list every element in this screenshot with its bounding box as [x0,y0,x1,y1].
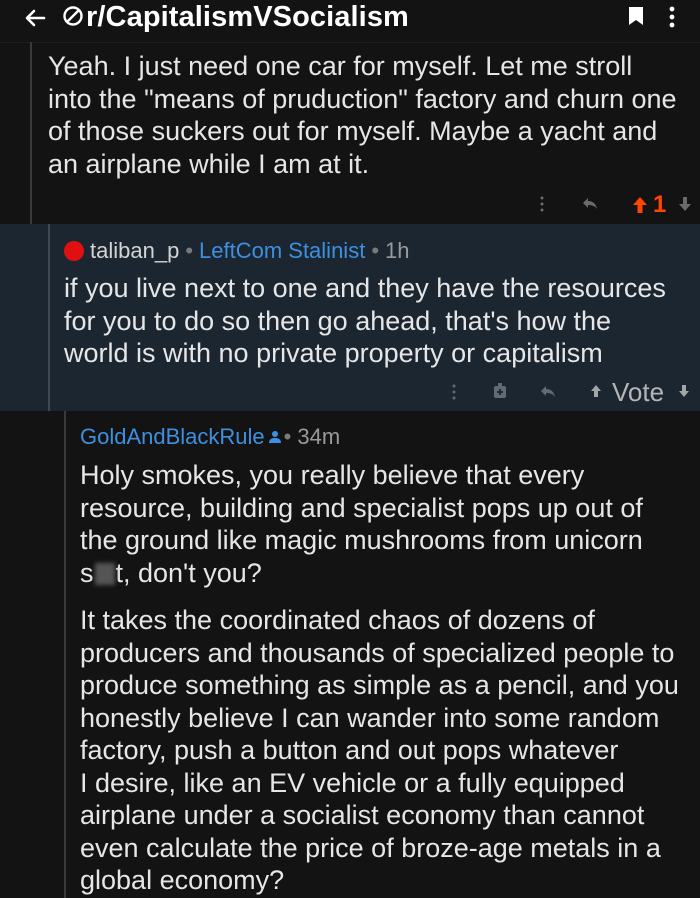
comment-body-paragraph-2: It takes the coordinated chaos of dozens… [80,605,679,895]
separator-dot: • [283,424,292,449]
comment-highlighted: taliban_p • LeftCom Stalinist • 1h if yo… [0,224,700,411]
subreddit-title[interactable]: r/CapitalismVSocialism [86,0,409,34]
comment-author[interactable]: GoldAndBlackRule [80,424,265,450]
more-options-icon[interactable] [540,196,544,212]
user-status-dot-icon [64,241,84,261]
bookmark-icon[interactable] [628,6,644,26]
comment-header: taliban_p • LeftCom Stalinist • 1h [64,238,410,264]
comment-body: if you live next to one and they have th… [64,273,666,368]
thread-line [30,42,32,224]
back-arrow-icon[interactable] [22,6,50,30]
separator-dot: • [371,238,380,263]
comment-body-paragraph-1: Holy smokes, you really believe that eve… [80,459,700,589]
comment-author[interactable]: taliban_p [90,238,179,264]
downvote-arrow-icon[interactable] [678,384,690,398]
separator-dot: • [185,238,194,263]
comment-time: 1h [385,238,410,263]
comment-actions: 1 [530,192,700,218]
upvote-arrow-icon[interactable] [590,384,602,398]
comment-score: 1 [653,191,667,218]
save-icon[interactable] [492,382,508,400]
thread-line [64,411,66,898]
comment-body: Yeah. I just need one car for myself. Le… [48,51,677,179]
comment-reply: GoldAndBlackRule • 34m Holy smokes, you … [0,411,700,898]
comment-parent: Yeah. I just need one car for myself. Le… [0,42,700,224]
reply-icon[interactable] [582,195,598,211]
user-flair: LeftCom Stalinist [199,238,366,263]
downvote-arrow-icon[interactable] [678,196,692,212]
more-options-icon[interactable] [452,384,456,400]
subreddit-icon [63,6,83,26]
reply-icon[interactable] [540,383,556,399]
app-header: r/CapitalismVSocialism [0,0,700,43]
comment-header: GoldAndBlackRule • 34m [80,424,340,450]
vote-label: Vote [612,377,665,407]
thread-line [48,224,50,411]
upvote-arrow-icon[interactable] [632,196,648,214]
comment-actions: Vote [440,377,700,407]
more-vertical-icon[interactable] [668,5,676,29]
censored-text-blur [94,562,115,585]
person-icon [268,431,281,443]
comment-time: 34m [297,424,341,449]
comment-text: t, don't you? [115,557,262,588]
